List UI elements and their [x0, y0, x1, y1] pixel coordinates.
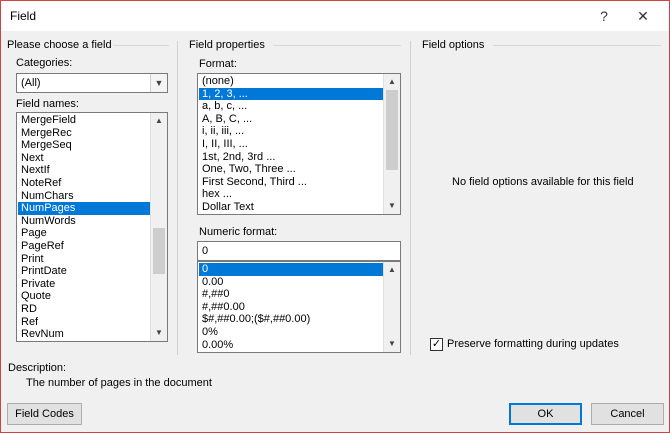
format-item[interactable]: First Second, Third ... [199, 176, 383, 189]
preserve-formatting-label[interactable]: Preserve formatting during updates [447, 338, 619, 350]
scroll-up-icon[interactable]: ▲ [384, 262, 400, 278]
field-name-item[interactable]: RevNum [18, 328, 150, 341]
categories-dropdown[interactable]: (All) ▼ [16, 73, 168, 93]
numeric-format-item[interactable]: 0.00% [199, 339, 383, 352]
format-item[interactable]: I, II, III, ... [199, 138, 383, 151]
group-divider [493, 45, 661, 46]
format-item[interactable]: 1st, 2nd, 3rd ... [199, 151, 383, 164]
field-name-item[interactable]: Quote [18, 290, 150, 303]
group-separator [410, 41, 411, 355]
scroll-down-icon[interactable]: ▼ [151, 325, 167, 341]
numeric-format-label: Numeric format: [199, 226, 278, 238]
numeric-format-input[interactable]: 0 [197, 241, 401, 261]
field-name-item[interactable]: Private [18, 278, 150, 291]
scroll-down-icon[interactable]: ▼ [384, 198, 400, 214]
field-name-item[interactable]: PageRef [18, 240, 150, 253]
numeric-format-item[interactable]: #,##0.00 [199, 301, 383, 314]
field-properties-group-title: Field properties [189, 39, 265, 51]
field-name-item[interactable]: NextIf [18, 164, 150, 177]
format-item[interactable]: a, b, c, ... [199, 100, 383, 113]
numeric-format-scrollbar[interactable]: ▲ ▼ [383, 262, 400, 352]
field-names-scrollbar[interactable]: ▲ ▼ [150, 113, 167, 341]
group-divider [113, 45, 169, 46]
ok-button[interactable]: OK [509, 403, 582, 425]
field-name-item[interactable]: Page [18, 227, 150, 240]
numeric-format-item[interactable]: 0% [199, 326, 383, 339]
format-item[interactable]: i, ii, iii, ... [199, 125, 383, 138]
help-button[interactable]: ? [586, 1, 622, 31]
format-item[interactable]: 1, 2, 3, ... [199, 87, 383, 101]
field-name-item[interactable]: Print [18, 253, 150, 266]
group-divider [273, 45, 401, 46]
group-separator [177, 41, 178, 355]
scroll-down-icon[interactable]: ▼ [384, 336, 400, 352]
format-item[interactable]: One, Two, Three ... [199, 163, 383, 176]
scroll-thumb[interactable] [386, 90, 398, 170]
close-button[interactable]: ✕ [625, 1, 661, 31]
format-scrollbar[interactable]: ▲ ▼ [383, 74, 400, 214]
categories-value: (All) [21, 77, 41, 89]
scroll-up-icon[interactable]: ▲ [384, 74, 400, 90]
field-name-item[interactable]: RD [18, 303, 150, 316]
numeric-format-item[interactable]: $#,##0.00;($#,##0.00) [199, 313, 383, 326]
field-name-item[interactable]: MergeRec [18, 127, 150, 140]
format-item[interactable]: (none) [199, 75, 383, 88]
numeric-format-listbox[interactable]: 0 0.00 #,##0 #,##0.00 $#,##0.00;($#,##0.00) 0… [197, 261, 401, 353]
format-label: Format: [199, 58, 237, 70]
choose-field-group-title: Please choose a field [7, 39, 112, 51]
field-name-item[interactable]: MergeSeq [18, 139, 150, 152]
chevron-down-icon[interactable]: ▼ [150, 74, 167, 92]
no-options-message: No field options available for this fiel… [452, 176, 634, 188]
cancel-button[interactable]: Cancel [591, 403, 664, 425]
dialog-title: Field [10, 9, 37, 23]
description-label: Description: [8, 362, 67, 374]
description-text: The number of pages in the document [26, 377, 212, 389]
scroll-up-icon[interactable]: ▲ [151, 113, 167, 129]
field-name-item[interactable]: NumChars [18, 190, 150, 203]
field-name-item[interactable]: PrintDate [18, 265, 150, 278]
numeric-format-item[interactable]: #,##0 [199, 288, 383, 301]
format-items: (none) 1, 2, 3, ... a, b, c, ... A, B, C, .… [199, 75, 383, 214]
preserve-formatting-checkbox[interactable]: ✓ [430, 338, 443, 351]
field-names-items: MergeField MergeRec MergeSeq Next NextIf Note… [18, 114, 150, 341]
numeric-format-item[interactable]: 0.00 [199, 276, 383, 289]
field-name-item[interactable]: Next [18, 152, 150, 165]
field-names-label: Field names: [16, 98, 79, 110]
numeric-format-items: 0 0.00 #,##0 #,##0.00 $#,##0.00;($#,##0.00) 0… [199, 263, 383, 351]
field-name-item[interactable]: NoteRef [18, 177, 150, 190]
field-name-item[interactable]: MergeField [18, 114, 150, 127]
field-names-listbox[interactable]: MergeField MergeRec MergeSeq Next NextIf Note… [16, 112, 168, 342]
field-name-item[interactable]: NumWords [18, 215, 150, 228]
field-codes-button[interactable]: Field Codes [7, 403, 82, 425]
format-item[interactable]: Dollar Text [199, 201, 383, 214]
format-item[interactable]: A, B, C, ... [199, 113, 383, 126]
scroll-thumb[interactable] [153, 228, 165, 274]
numeric-format-item[interactable]: 0 [199, 263, 383, 276]
categories-label: Categories: [16, 57, 73, 69]
format-item[interactable]: hex ... [199, 188, 383, 201]
field-name-item[interactable]: Ref [18, 316, 150, 329]
field-options-group-title: Field options [422, 39, 485, 51]
format-listbox[interactable]: (none) 1, 2, 3, ... a, b, c, ... A, B, C, .… [197, 73, 401, 215]
title-bar: Field ? ✕ [1, 1, 669, 31]
field-name-item[interactable]: NumPages [18, 202, 150, 215]
numeric-format-value: 0 [202, 245, 209, 257]
field-dialog: Field ? ✕ Please choose a field Categori… [0, 0, 670, 433]
